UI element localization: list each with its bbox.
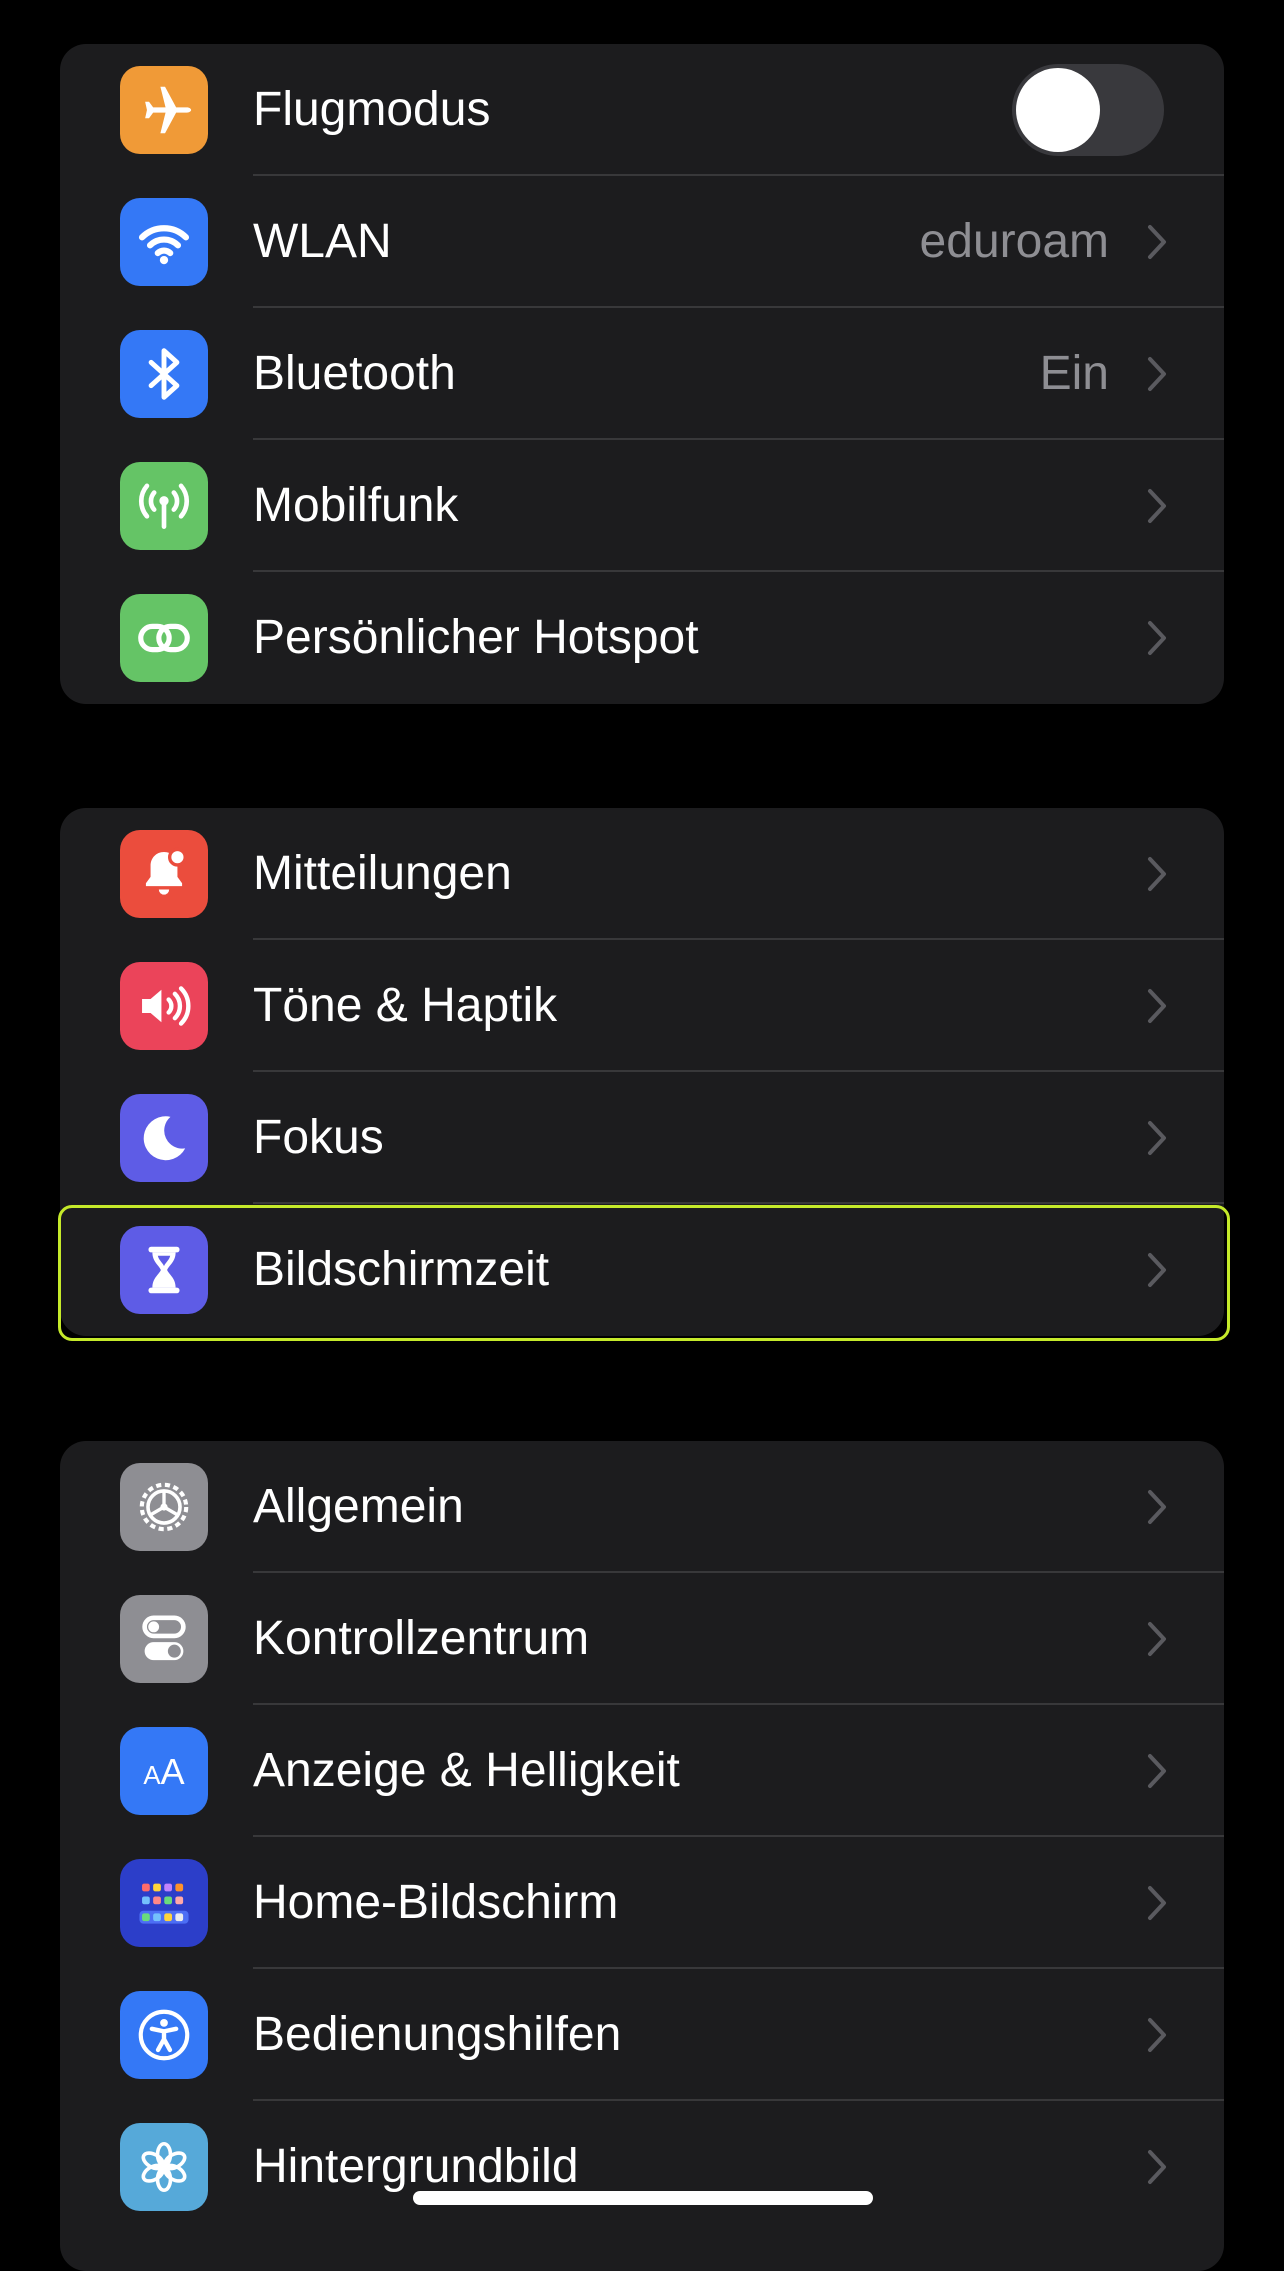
toggles-icon	[120, 1595, 208, 1683]
row-label: Mitteilungen	[253, 847, 512, 900]
chevron-right-icon	[1145, 855, 1169, 893]
row-value: Ein	[1039, 347, 1109, 400]
row-home-bildschirm[interactable]: Home-Bildschirm	[60, 1837, 1224, 1969]
app-grid-icon	[120, 1859, 208, 1947]
row-label: Töne & Haptik	[253, 979, 558, 1032]
antenna-icon	[120, 462, 208, 550]
row-label: Home-Bildschirm	[253, 1876, 619, 1929]
row-label: Hintergrundbild	[253, 2140, 579, 2193]
row-mitteilungen[interactable]: Mitteilungen	[60, 808, 1224, 940]
bell-icon	[120, 830, 208, 918]
row-bluetooth[interactable]: Bluetooth Ein	[60, 308, 1224, 440]
row-mobilfunk[interactable]: Mobilfunk	[60, 440, 1224, 572]
row-label: Kontrollzentrum	[253, 1612, 590, 1665]
chevron-right-icon	[1145, 1119, 1169, 1157]
home-indicator[interactable]	[413, 2191, 873, 2205]
row-anzeige-helligkeit[interactable]: AA Anzeige & Helligkeit	[60, 1705, 1224, 1837]
row-kontrollzentrum[interactable]: Kontrollzentrum	[60, 1573, 1224, 1705]
hotspot-link-icon	[120, 594, 208, 682]
row-fokus[interactable]: Fokus	[60, 1072, 1224, 1204]
row-toene-haptik[interactable]: Töne & Haptik	[60, 940, 1224, 1072]
row-bildschirmzeit[interactable]: Bildschirmzeit	[60, 1204, 1224, 1336]
row-allgemein[interactable]: Allgemein	[60, 1441, 1224, 1573]
chevron-right-icon	[1145, 987, 1169, 1025]
row-label: WLAN	[253, 215, 392, 268]
row-label: Bildschirmzeit	[253, 1243, 550, 1296]
chevron-right-icon	[1145, 1620, 1169, 1658]
flower-icon	[120, 2123, 208, 2211]
chevron-right-icon	[1145, 355, 1169, 393]
row-label: Persönlicher Hotspot	[253, 611, 699, 664]
row-hintergrundbild[interactable]: Hintergrundbild	[60, 2101, 1224, 2233]
airplane-mode-toggle[interactable]	[1012, 64, 1164, 156]
hourglass-icon	[120, 1226, 208, 1314]
chevron-right-icon	[1145, 1884, 1169, 1922]
row-label: Anzeige & Helligkeit	[253, 1744, 680, 1797]
gear-icon	[120, 1463, 208, 1551]
chevron-right-icon	[1145, 223, 1169, 261]
moon-icon	[120, 1094, 208, 1182]
row-label: Fokus	[253, 1111, 384, 1164]
row-wlan[interactable]: WLAN eduroam	[60, 176, 1224, 308]
accessibility-icon	[120, 1991, 208, 2079]
speaker-icon	[120, 962, 208, 1050]
row-flugmodus[interactable]: Flugmodus	[60, 44, 1224, 176]
row-value: eduroam	[919, 215, 1109, 268]
chevron-right-icon	[1145, 2148, 1169, 2186]
row-label: Bluetooth	[253, 347, 456, 400]
row-label: Allgemein	[253, 1480, 464, 1533]
chevron-right-icon	[1145, 1752, 1169, 1790]
chevron-right-icon	[1145, 2016, 1169, 2054]
row-label: Flugmodus	[253, 83, 491, 136]
text-size-glyph: AA	[143, 1751, 185, 1792]
chevron-right-icon	[1145, 487, 1169, 525]
bluetooth-icon	[120, 330, 208, 418]
row-bedienungshilfen[interactable]: Bedienungshilfen	[60, 1969, 1224, 2101]
toggle-knob	[1016, 68, 1100, 152]
chevron-right-icon	[1145, 1488, 1169, 1526]
settings-group-general: Allgemein Kontrollzentrum AA Anzeige & H…	[60, 1441, 1224, 2271]
row-label: Mobilfunk	[253, 479, 459, 532]
settings-group-notifications: Mitteilungen Töne & Haptik Fokus Bildsch…	[60, 808, 1224, 1336]
chevron-right-icon	[1145, 619, 1169, 657]
airplane-icon	[120, 66, 208, 154]
row-hotspot[interactable]: Persönlicher Hotspot	[60, 572, 1224, 704]
chevron-right-icon	[1145, 1251, 1169, 1289]
text-size-icon: AA	[120, 1727, 208, 1815]
wifi-icon	[120, 198, 208, 286]
settings-group-connectivity: Flugmodus WLAN eduroam Bluetooth Ein Mob…	[60, 44, 1224, 704]
row-label: Bedienungshilfen	[253, 2008, 622, 2061]
